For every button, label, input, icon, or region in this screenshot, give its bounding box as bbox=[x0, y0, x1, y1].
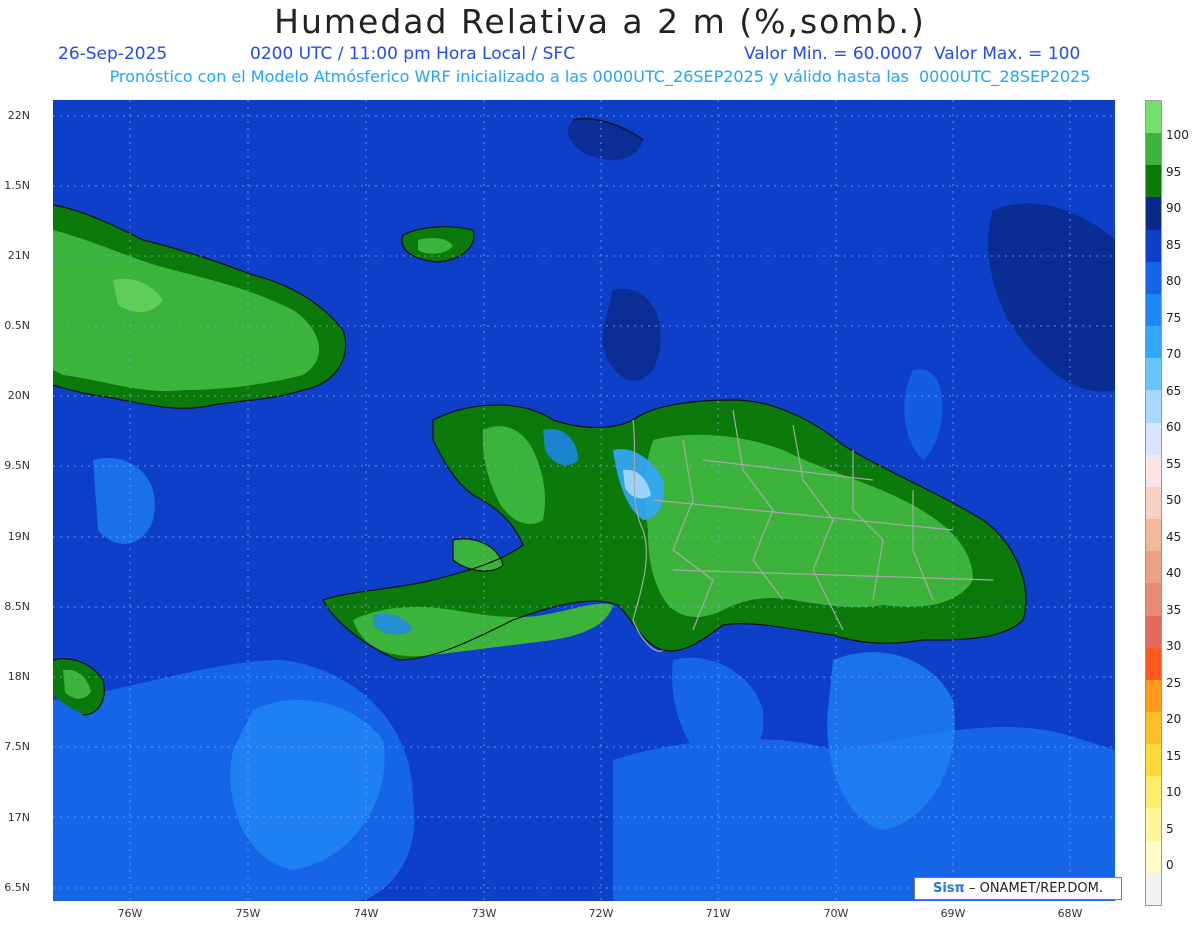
header-date: 26-Sep-2025 bbox=[58, 44, 168, 64]
colorbar-label: 25 bbox=[1166, 675, 1182, 690]
lon-label: 69W bbox=[940, 907, 966, 920]
colorbar-label: 65 bbox=[1166, 383, 1182, 398]
map-panel bbox=[53, 100, 1115, 901]
lat-label: 0.5N bbox=[4, 319, 30, 332]
colorbar-swatch bbox=[1146, 679, 1161, 712]
colorbar-label: 70 bbox=[1166, 347, 1182, 361]
colorbar-swatch bbox=[1146, 422, 1161, 455]
lat-label: 1.5N bbox=[4, 179, 30, 192]
lon-label: 73W bbox=[471, 907, 497, 920]
lat-label: 20N bbox=[7, 389, 30, 402]
colorbar-swatch bbox=[1146, 872, 1161, 905]
lat-label: 19N bbox=[7, 530, 30, 543]
colorbar-label: 95 bbox=[1166, 164, 1182, 179]
colorbar-label: 35 bbox=[1166, 602, 1182, 617]
credit-box: Sisπ – ONAMET/REP.DOM. bbox=[914, 877, 1122, 900]
lat-label: 7.5N bbox=[4, 740, 30, 753]
lat-label: 9.5N bbox=[4, 459, 30, 472]
colorbar-swatch bbox=[1146, 165, 1161, 198]
sispi-logo: Sisπ bbox=[932, 881, 965, 896]
colorbar-swatch bbox=[1146, 293, 1161, 327]
colorbar-label: 40 bbox=[1166, 566, 1182, 580]
colorbar-swatch bbox=[1146, 583, 1161, 616]
lat-label: 18N bbox=[7, 670, 30, 683]
colorbar-swatch bbox=[1146, 711, 1161, 745]
lon-label: 71W bbox=[705, 907, 731, 920]
colorbar-label: 45 bbox=[1166, 529, 1182, 544]
colorbar-label: 30 bbox=[1166, 639, 1182, 653]
colorbar-swatch bbox=[1146, 551, 1161, 584]
colorbar-label: 100 bbox=[1166, 128, 1189, 142]
colorbar-swatch bbox=[1146, 519, 1161, 552]
colorbar-label: 50 bbox=[1166, 493, 1182, 507]
lon-label: 74W bbox=[353, 907, 379, 920]
colorbar-label: 55 bbox=[1166, 456, 1182, 471]
lon-label: 68W bbox=[1057, 907, 1083, 920]
credit-text: – ONAMET/REP.DOM. bbox=[968, 881, 1103, 896]
colorbar-swatch bbox=[1146, 358, 1161, 391]
header-range: Valor Min. = 60.0007 Valor Max. = 100 bbox=[744, 44, 1081, 64]
humidity-map bbox=[53, 100, 1115, 901]
colorbar-label: 20 bbox=[1166, 712, 1182, 726]
chart-title: Humedad Relativa a 2 m (%,somb.) bbox=[274, 2, 926, 41]
colorbar-label: 5 bbox=[1166, 821, 1174, 836]
colorbar-swatch bbox=[1146, 133, 1161, 166]
lat-label: 6.5N bbox=[4, 881, 30, 894]
colorbar-swatch bbox=[1146, 647, 1161, 680]
colorbar-swatch bbox=[1146, 744, 1161, 777]
colorbar-swatch bbox=[1146, 776, 1161, 809]
lon-label: 70W bbox=[823, 907, 849, 920]
colorbar-label: 0 bbox=[1166, 858, 1174, 872]
colorbar-swatch bbox=[1146, 390, 1161, 423]
lon-label: 72W bbox=[588, 907, 614, 920]
colorbar-swatch bbox=[1146, 808, 1161, 841]
colorbar-label: 60 bbox=[1166, 420, 1182, 434]
lon-label: 75W bbox=[235, 907, 261, 920]
colorbar-swatch bbox=[1146, 615, 1161, 648]
colorbar-swatch bbox=[1146, 261, 1161, 294]
colorbar-swatch bbox=[1146, 197, 1161, 230]
colorbar-swatch bbox=[1146, 840, 1161, 873]
lat-label: 22N bbox=[7, 109, 30, 122]
colorbar-label: 75 bbox=[1166, 310, 1182, 325]
colorbar-swatch bbox=[1146, 326, 1161, 359]
lat-label: 21N bbox=[7, 249, 30, 262]
lon-label: 76W bbox=[117, 907, 143, 920]
colorbar-label: 85 bbox=[1166, 237, 1182, 252]
colorbar-swatch bbox=[1146, 229, 1161, 262]
colorbar-swatch bbox=[1146, 454, 1161, 487]
lat-label: 8.5N bbox=[4, 600, 30, 613]
header-forecast: Pronóstico con el Modelo Atmósferico WRF… bbox=[109, 67, 1091, 86]
colorbar-swatch bbox=[1146, 101, 1161, 134]
colorbar-label: 90 bbox=[1166, 201, 1182, 215]
colorbar-swatch bbox=[1146, 486, 1161, 520]
colorbar-label: 10 bbox=[1166, 785, 1182, 799]
lat-label: 17N bbox=[7, 811, 30, 824]
colorbar-label: 80 bbox=[1166, 274, 1182, 288]
colorbar-label: 15 bbox=[1166, 748, 1182, 763]
colorbar bbox=[1145, 100, 1162, 906]
header-time: 0200 UTC / 11:00 pm Hora Local / SFC bbox=[250, 44, 576, 64]
